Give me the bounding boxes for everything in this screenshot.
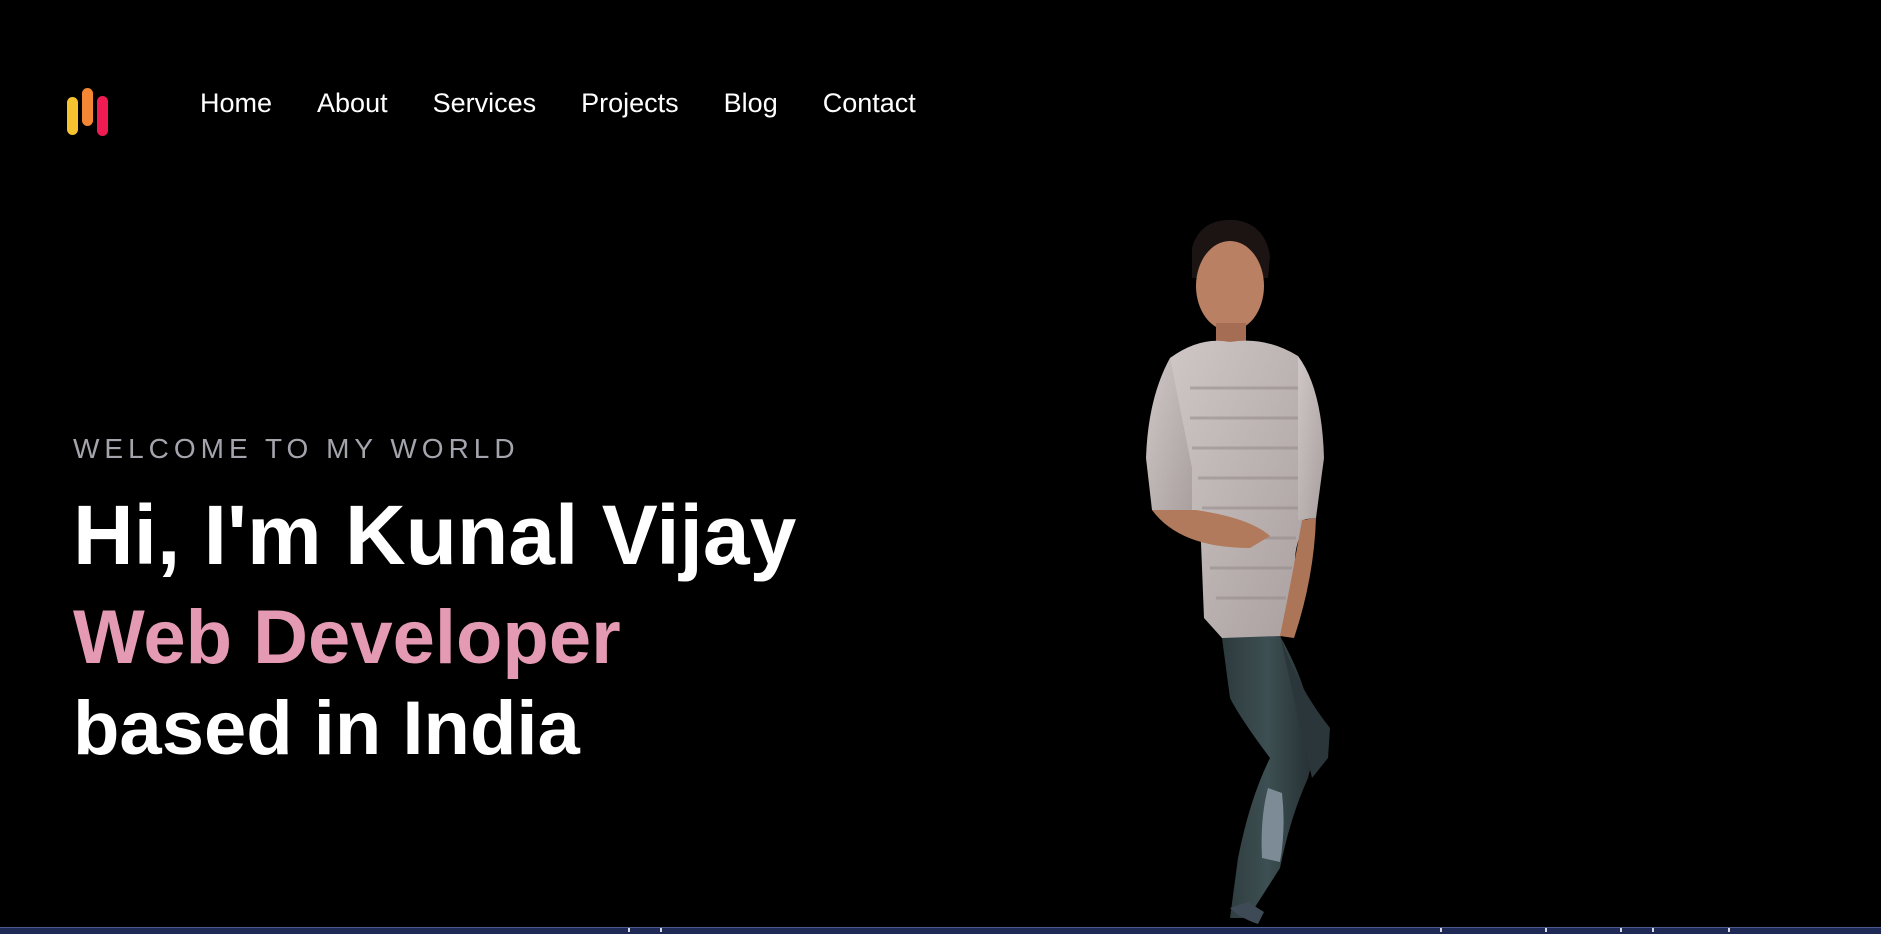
nav-blog[interactable]: Blog [724,84,778,122]
bar-sparkle [660,928,662,932]
main-nav: Home About Services Projects Blog Contac… [200,84,916,122]
nav-projects[interactable]: Projects [581,84,679,122]
bar-sparkle [1652,928,1654,932]
portrait-photo [1146,219,1330,924]
bar-sparkle [628,928,630,932]
hero-location: based in India [73,686,580,771]
hero-tagline: WELCOME TO MY WORLD [73,433,520,464]
bar-sparkle [1620,928,1622,932]
nav-about[interactable]: About [317,84,388,122]
bar-sparkle [1440,928,1442,932]
bottom-bar [0,927,1881,934]
nav-services[interactable]: Services [433,84,537,122]
bar-sparkle [1545,928,1547,932]
bar-sparkle [1728,928,1730,932]
hero-role: Web Developer [73,595,621,680]
nav-contact[interactable]: Contact [823,84,916,122]
logo-icon[interactable] [66,88,110,138]
nav-home[interactable]: Home [200,84,272,122]
hero-headline: Hi, I'm Kunal Vijay [73,488,797,582]
